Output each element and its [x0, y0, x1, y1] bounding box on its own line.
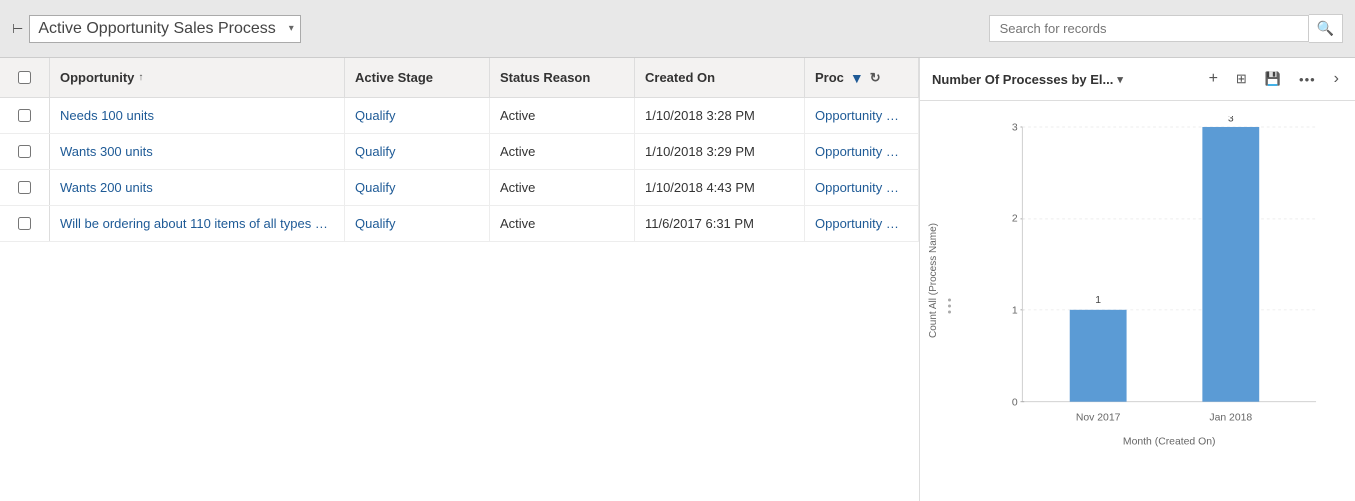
page-title: Active Opportunity Sales Process	[38, 20, 275, 38]
svg-text:3: 3	[1228, 116, 1234, 124]
th-created-on[interactable]: Created On	[635, 58, 805, 97]
chart-svg: 0 1 2 3 1 3	[975, 116, 1335, 460]
chart-expand-button[interactable]: ⊞	[1232, 69, 1251, 89]
td-opportunity-2: Wants 200 units	[50, 170, 345, 205]
td-process-0: Opportunity Sa...	[805, 98, 919, 133]
td-status-reason-0: Active	[490, 98, 635, 133]
svg-text:Jan 2018: Jan 2018	[1209, 413, 1252, 424]
table-row: Will be ordering about 110 items of all …	[0, 206, 919, 242]
chart-header: Number Of Processes by El... ▾ + ⊞ 💾 •••…	[920, 58, 1355, 101]
table-body: Needs 100 units Qualify Active 1/10/2018…	[0, 98, 919, 501]
td-process-1: Opportunity Sa...	[805, 134, 919, 169]
row-checkbox-cell-0	[0, 98, 50, 133]
td-process-3: Opportunity Sa...	[805, 206, 919, 241]
sort-icon: ↑	[138, 72, 143, 83]
td-created-on-3: 11/6/2017 6:31 PM	[635, 206, 805, 241]
chart-title-dropdown[interactable]: ▾	[1117, 73, 1123, 86]
stage-link-1[interactable]: Qualify	[355, 144, 395, 159]
td-opportunity-3: Will be ordering about 110 items of all …	[50, 206, 345, 241]
title-box[interactable]: Active Opportunity Sales Process ▾	[29, 15, 300, 43]
refresh-icon[interactable]: ↻	[870, 70, 881, 86]
search-input[interactable]	[989, 15, 1309, 42]
stage-link-3[interactable]: Qualify	[355, 216, 395, 231]
td-status-reason-2: Active	[490, 170, 635, 205]
resize-handle[interactable]	[948, 298, 951, 313]
chevron-right-icon[interactable]: ›	[1330, 66, 1343, 92]
stage-link-2[interactable]: Qualify	[355, 180, 395, 195]
pin-icon: ⊢	[12, 21, 23, 37]
opportunity-link-3[interactable]: Will be ordering about 110 items of all …	[60, 216, 330, 231]
select-all-checkbox[interactable]	[18, 71, 31, 84]
svg-text:Nov 2017: Nov 2017	[1076, 413, 1121, 424]
row-checkbox-2[interactable]	[18, 181, 31, 194]
row-checkbox-1[interactable]	[18, 145, 31, 158]
proc-link-2[interactable]: Opportunity Sa...	[815, 180, 905, 195]
table-row: Wants 300 units Qualify Active 1/10/2018…	[0, 134, 919, 170]
title-dropdown-arrow[interactable]: ▾	[289, 23, 294, 34]
td-opportunity-0: Needs 100 units	[50, 98, 345, 133]
th-active-stage[interactable]: Active Stage	[345, 58, 490, 97]
td-active-stage-3: Qualify	[345, 206, 490, 241]
td-created-on-0: 1/10/2018 3:28 PM	[635, 98, 805, 133]
search-button[interactable]: 🔍	[1309, 14, 1343, 43]
td-opportunity-1: Wants 300 units	[50, 134, 345, 169]
opportunity-link-0[interactable]: Needs 100 units	[60, 108, 154, 123]
svg-text:1: 1	[1012, 306, 1018, 317]
row-checkbox-3[interactable]	[18, 217, 31, 230]
th-process[interactable]: Proc ▼ ↻	[805, 58, 919, 97]
opportunity-link-2[interactable]: Wants 200 units	[60, 180, 153, 195]
td-active-stage-1: Qualify	[345, 134, 490, 169]
proc-link-1[interactable]: Opportunity Sa...	[815, 144, 905, 159]
td-created-on-2: 1/10/2018 4:43 PM	[635, 170, 805, 205]
proc-link-3[interactable]: Opportunity Sa...	[815, 216, 905, 231]
top-bar-left: ⊢ Active Opportunity Sales Process ▾	[12, 15, 301, 43]
chart-area: Count All (Process Name) 0	[920, 101, 1355, 501]
th-opportunity[interactable]: Opportunity ↑	[50, 58, 345, 97]
td-status-reason-3: Active	[490, 206, 635, 241]
bar-nov2017[interactable]	[1070, 310, 1127, 402]
svg-text:Month (Created On): Month (Created On)	[1123, 436, 1216, 447]
svg-text:3: 3	[1012, 123, 1018, 134]
row-checkbox-0[interactable]	[18, 109, 31, 122]
top-bar: ⊢ Active Opportunity Sales Process ▾ 🔍	[0, 0, 1355, 58]
td-created-on-1: 1/10/2018 3:29 PM	[635, 134, 805, 169]
chart-save-button[interactable]: 💾	[1261, 69, 1285, 89]
svg-text:0: 0	[1012, 397, 1018, 408]
td-active-stage-2: Qualify	[345, 170, 490, 205]
table-row: Wants 200 units Qualify Active 1/10/2018…	[0, 170, 919, 206]
svg-text:2: 2	[1012, 214, 1018, 225]
chart-panel: Number Of Processes by El... ▾ + ⊞ 💾 •••…	[920, 58, 1355, 501]
chart-title: Number Of Processes by El...	[932, 72, 1113, 87]
th-status-reason[interactable]: Status Reason	[490, 58, 635, 97]
search-area: 🔍	[989, 14, 1343, 43]
table-header: Opportunity ↑ Active Stage Status Reason…	[0, 58, 919, 98]
row-checkbox-cell-2	[0, 170, 50, 205]
chart-add-button[interactable]: +	[1205, 68, 1222, 90]
select-all-checkbox-cell	[0, 58, 50, 97]
stage-link-0[interactable]: Qualify	[355, 108, 395, 123]
main-content: Opportunity ↑ Active Stage Status Reason…	[0, 58, 1355, 501]
proc-link-0[interactable]: Opportunity Sa...	[815, 108, 905, 123]
chart-title-area: Number Of Processes by El... ▾	[932, 72, 1123, 87]
opportunity-link-1[interactable]: Wants 300 units	[60, 144, 153, 159]
filter-icon[interactable]: ▼	[850, 70, 864, 86]
svg-text:1: 1	[1095, 295, 1101, 306]
chart-more-button[interactable]: •••	[1295, 70, 1320, 89]
bar-jan2018[interactable]	[1202, 127, 1259, 402]
td-active-stage-0: Qualify	[345, 98, 490, 133]
td-process-2: Opportunity Sa...	[805, 170, 919, 205]
y-axis-label: Count All (Process Name)	[929, 223, 940, 338]
table-panel: Opportunity ↑ Active Stage Status Reason…	[0, 58, 920, 501]
td-status-reason-1: Active	[490, 134, 635, 169]
chart-actions: + ⊞ 💾 ••• ›	[1205, 66, 1343, 92]
table-row: Needs 100 units Qualify Active 1/10/2018…	[0, 98, 919, 134]
row-checkbox-cell-3	[0, 206, 50, 241]
row-checkbox-cell-1	[0, 134, 50, 169]
